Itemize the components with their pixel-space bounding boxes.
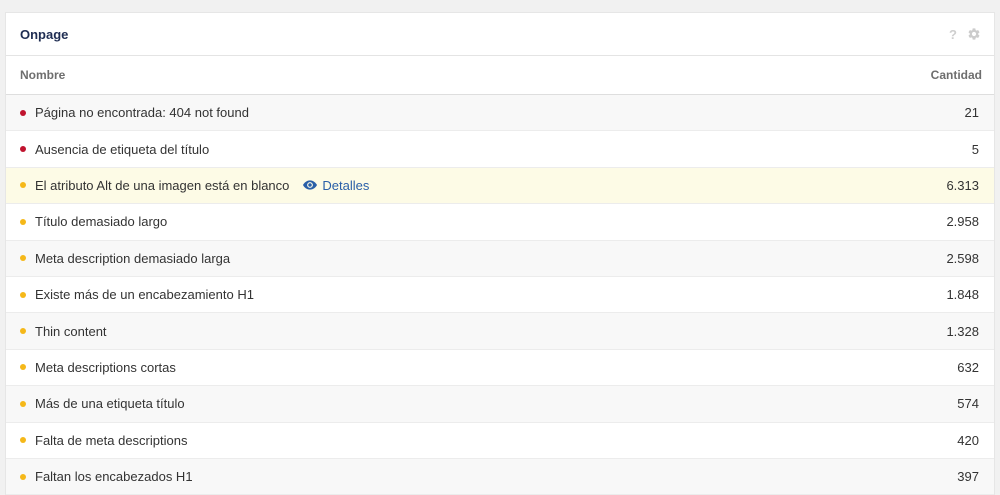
error-dot-icon	[20, 109, 26, 116]
table-header: Nombre Cantidad	[6, 56, 994, 95]
column-header-count[interactable]: Cantidad	[931, 68, 982, 82]
help-icon[interactable]: ?	[949, 28, 957, 41]
issue-count: 2.958	[946, 214, 979, 230]
issue-label: Ausencia de etiqueta del título	[35, 141, 210, 157]
issue-count: 420	[957, 432, 979, 448]
issue-label: Falta de meta descriptions	[35, 432, 188, 448]
warning-dot-icon	[20, 291, 26, 298]
details-link[interactable]: Detalles	[303, 178, 369, 193]
table-row[interactable]: Meta description demasiado larga 2.598	[6, 240, 994, 277]
table-row[interactable]: Más de una etiqueta título 574	[6, 386, 994, 423]
issue-label: Existe más de un encabezamiento H1	[35, 287, 254, 303]
table-row[interactable]: Meta descriptions cortas 632	[6, 350, 994, 387]
row-label-group: Meta description demasiado larga	[20, 251, 230, 266]
warning-dot-icon	[20, 255, 26, 262]
row-label-group: Existe más de un encabezamiento H1	[20, 287, 254, 302]
table-row[interactable]: Thin content 1.328	[6, 313, 994, 350]
eye-icon	[303, 180, 318, 191]
issue-count: 2.598	[946, 250, 979, 266]
row-label-group: El atributo Alt de una imagen está en bl…	[20, 178, 369, 193]
warning-dot-icon	[20, 182, 26, 189]
table-row[interactable]: Título demasiado largo 2.958	[6, 204, 994, 241]
issue-label: El atributo Alt de una imagen está en bl…	[35, 177, 290, 193]
header-icons: ?	[949, 27, 981, 41]
issue-label: Faltan los encabezados H1	[35, 469, 193, 485]
row-label-group: Más de una etiqueta título	[20, 396, 185, 411]
warning-dot-icon	[20, 437, 26, 444]
onpage-panel: Onpage ? Nombre Cantidad Página no encon…	[5, 12, 995, 495]
table-row[interactable]: Existe más de un encabezamiento H1 1.848	[6, 277, 994, 314]
issue-count: 5	[971, 141, 979, 157]
row-label-group: Faltan los encabezados H1	[20, 469, 193, 484]
error-dot-icon	[20, 146, 26, 153]
column-header-name[interactable]: Nombre	[20, 68, 65, 82]
issue-label: Meta description demasiado larga	[35, 250, 231, 266]
table-row[interactable]: Página no encontrada: 404 not found 21	[6, 95, 994, 132]
details-link-label: Detalles	[322, 177, 370, 193]
issue-count: 6.313	[946, 177, 979, 193]
table-row[interactable]: Falta de meta descriptions 420	[6, 423, 994, 459]
row-label-group: Página no encontrada: 404 not found	[20, 105, 249, 120]
warning-dot-icon	[20, 473, 26, 480]
table-row[interactable]: Ausencia de etiqueta del título 5	[6, 131, 994, 168]
warning-dot-icon	[20, 400, 26, 407]
issues-table-body: Página no encontrada: 404 not found 21 Aus…	[6, 95, 994, 495]
issue-count: 21	[964, 105, 979, 121]
issue-count: 1.328	[946, 323, 979, 339]
issue-count: 397	[957, 469, 979, 485]
panel-title: Onpage	[20, 26, 69, 42]
table-row[interactable]: El atributo Alt de una imagen está en bl…	[6, 167, 994, 205]
issue-label: Página no encontrada: 404 not found	[35, 105, 249, 121]
issue-label: Título demasiado largo	[35, 214, 168, 230]
row-label-group: Falta de meta descriptions	[20, 433, 187, 448]
issue-count: 1.848	[946, 287, 979, 303]
row-label-group: Thin content	[20, 324, 107, 339]
warning-dot-icon	[20, 364, 26, 371]
gear-icon[interactable]	[967, 27, 981, 41]
issue-label: Thin content	[35, 323, 107, 339]
warning-dot-icon	[20, 218, 26, 225]
warning-dot-icon	[20, 328, 26, 335]
issue-label: Meta descriptions cortas	[35, 359, 176, 375]
row-label-group: Meta descriptions cortas	[20, 360, 176, 375]
issue-label: Más de una etiqueta título	[35, 396, 185, 412]
row-label-group: Ausencia de etiqueta del título	[20, 142, 209, 157]
table-row[interactable]: Faltan los encabezados H1 397	[6, 458, 994, 495]
panel-header: Onpage ?	[6, 13, 994, 56]
issue-count: 632	[957, 359, 979, 375]
issue-count: 574	[957, 396, 979, 412]
row-label-group: Título demasiado largo	[20, 214, 167, 229]
